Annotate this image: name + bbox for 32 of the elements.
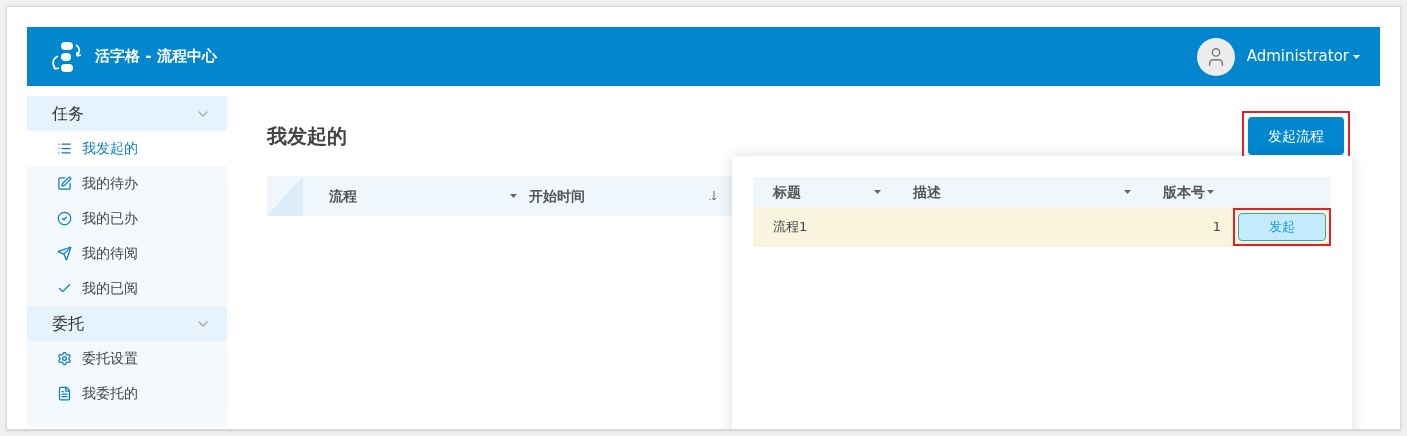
column-header[interactable]: 版本号 [1143,181,1253,203]
paper-plane-icon [57,246,72,261]
user-menu-button[interactable]: Administrator [1246,45,1360,68]
table-row[interactable]: 流程1 1 发起 [753,207,1331,247]
table-cell-text: 1 [1211,218,1222,237]
sidebar-item[interactable]: 我的待办 [27,166,227,201]
edit-icon [57,176,72,191]
sidebar-item[interactable]: 委托设置 [27,341,227,376]
sort-down-icon [709,191,717,201]
table-cell-text: 流程1 [772,218,809,237]
sidebar-group-header[interactable]: 委托 [27,306,227,341]
sidebar-item[interactable]: 我的已办 [27,201,227,236]
caret-icon [1353,54,1360,59]
check-circle-icon [57,211,72,226]
sidebar-item[interactable]: 我委托的 [27,376,227,411]
caret-icon [510,194,517,198]
sidebar-item[interactable]: 我的待阅 [27,236,227,271]
corner-triangle-icon [267,176,303,216]
sidebar-item[interactable]: 我发起的 [27,131,227,166]
page-title: 我发起的 [267,123,347,150]
sidebar-group-header[interactable]: 任务 [27,96,227,131]
start-process-button[interactable]: 发起流程 [1248,117,1344,155]
app-title: 活字格 - 流程中心 [95,46,217,68]
document-icon [57,386,72,401]
sidebar-item[interactable]: 我的已阅 [27,271,227,306]
gear-icon [57,351,72,366]
column-header[interactable]: 标题 [753,181,893,203]
list-icon [57,141,72,156]
column-header[interactable]: 流程 [329,185,529,207]
column-header[interactable]: 开始时间 [529,185,729,207]
column-header[interactable]: 描述 [893,181,1143,203]
avatar-icon[interactable] [1196,37,1235,76]
